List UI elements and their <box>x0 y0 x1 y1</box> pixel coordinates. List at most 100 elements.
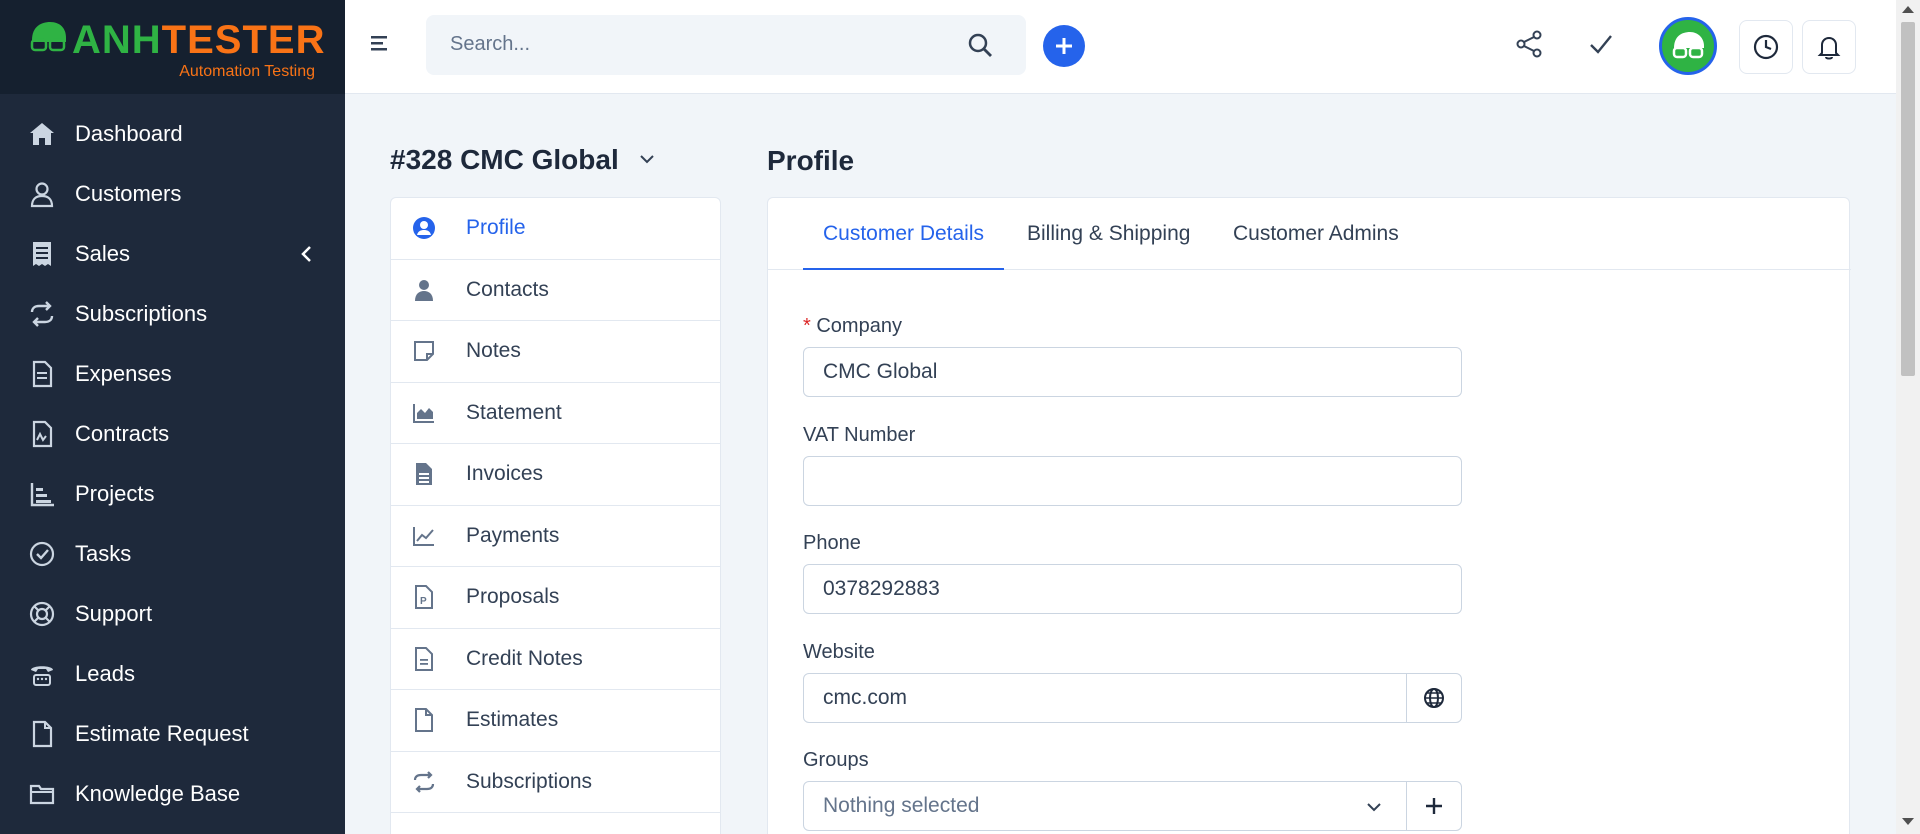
file-p-icon: P <box>411 584 437 610</box>
company-label: * Company <box>803 315 902 337</box>
search-input[interactable]: Search... <box>450 33 530 56</box>
groups-label: Groups <box>803 749 869 771</box>
sidebar-item-label: Support <box>75 601 153 626</box>
clock-icon <box>1753 34 1779 60</box>
phone-label: Phone <box>803 532 861 554</box>
sidebar-item-support[interactable]: Support <box>0 584 345 644</box>
sidebar-item-label: Projects <box>75 481 155 506</box>
submenu-item-profile[interactable]: Profile <box>391 198 720 260</box>
folder-icon <box>28 780 56 808</box>
top-bar: Search... <box>345 0 1896 94</box>
quick-add-button[interactable] <box>1043 25 1085 67</box>
sidebar-item-leads[interactable]: Leads <box>0 644 345 704</box>
avatar[interactable] <box>1659 17 1717 75</box>
scroll-up-arrow[interactable] <box>1902 6 1914 13</box>
website-field[interactable]: cmc.com <box>803 673 1407 723</box>
repeat-icon <box>411 769 437 795</box>
receipt-icon <box>28 240 56 268</box>
submenu-item-label: Notes <box>466 339 521 363</box>
scroll-thumb[interactable] <box>1901 22 1915 376</box>
submenu-item-invoices[interactable]: Invoices <box>391 444 720 506</box>
avatar-glasses-icon <box>1672 32 1704 59</box>
file-icon <box>411 707 437 733</box>
sidebar-item-label: Contracts <box>75 421 170 446</box>
customer-title: #328 CMC Global <box>390 144 619 175</box>
vat-label: VAT Number <box>803 424 916 446</box>
sidebar-item-label: Customers <box>75 181 182 206</box>
globe-icon <box>1424 688 1444 708</box>
sidebar-item-expenses[interactable]: Expenses <box>0 344 345 404</box>
sidebar-nav: Dashboard Customers Sales Subscriptions … <box>0 104 345 824</box>
plus-icon <box>1426 798 1442 814</box>
user-circle-icon <box>411 215 437 241</box>
menu-toggle-icon[interactable] <box>369 32 393 56</box>
sidebar-item-estimate-request[interactable]: Estimate Request <box>0 704 345 764</box>
sidebar-item-label: Expenses <box>75 361 172 386</box>
page-scrollbar[interactable] <box>1896 0 1920 834</box>
submenu-item-estimates[interactable]: Estimates <box>391 690 720 752</box>
required-mark: * <box>803 315 811 337</box>
chart-bars-icon <box>28 480 56 508</box>
submenu-item-label: Credit Notes <box>466 646 583 670</box>
area-chart-icon <box>411 400 437 426</box>
submenu-item-label: Subscriptions <box>466 769 593 793</box>
sidebar-item-contracts[interactable]: Contracts <box>0 404 345 464</box>
add-group-button[interactable] <box>1406 781 1462 831</box>
scroll-down-arrow[interactable] <box>1902 818 1914 825</box>
search-icon[interactable] <box>966 31 994 59</box>
timer-button[interactable] <box>1739 20 1793 74</box>
profile-tabs: Customer Details Billing & Shipping Cust… <box>768 198 1851 270</box>
share-icon[interactable] <box>1513 28 1545 60</box>
chevron-down-icon[interactable] <box>1365 798 1383 816</box>
submenu-item-contacts[interactable]: Contacts <box>391 260 720 321</box>
notifications-button[interactable] <box>1802 20 1856 74</box>
sidebar: ANHTESTER Automation Testing Dashboard C… <box>0 0 345 834</box>
sidebar-item-label: Leads <box>75 661 135 686</box>
vat-number-field[interactable] <box>803 456 1462 506</box>
submenu-item-label: Contacts <box>466 277 549 301</box>
sticky-note-icon <box>411 338 437 364</box>
brand-title: ANHTESTER <box>72 18 326 62</box>
groups-select[interactable]: Nothing selected <box>803 781 1407 831</box>
sidebar-item-knowledge-base[interactable]: Knowledge Base <box>0 764 345 824</box>
sidebar-item-sales[interactable]: Sales <box>0 224 345 284</box>
file-text-icon <box>411 461 437 487</box>
sidebar-item-dashboard[interactable]: Dashboard <box>0 104 345 164</box>
tab-billing-shipping[interactable]: Billing & Shipping <box>1027 198 1190 270</box>
tab-customer-details[interactable]: Customer Details <box>803 198 1004 270</box>
chevron-down-icon[interactable] <box>638 150 656 168</box>
submenu-item-notes[interactable]: Notes <box>391 321 720 383</box>
sidebar-item-label: Sales <box>75 241 131 266</box>
website-label: Website <box>803 641 875 663</box>
logo-glasses-icon <box>30 22 66 52</box>
submenu-item-credit-notes[interactable]: Credit Notes <box>391 629 720 690</box>
chevron-left-icon[interactable] <box>297 244 317 264</box>
website-open-button[interactable] <box>1406 673 1462 723</box>
sidebar-item-tasks[interactable]: Tasks <box>0 524 345 584</box>
company-field[interactable]: CMC Global <box>803 347 1462 397</box>
search-box[interactable]: Search... <box>426 15 1026 75</box>
brand-logo[interactable]: ANHTESTER Automation Testing <box>0 0 345 94</box>
submenu-item-payments[interactable]: Payments <box>391 506 720 567</box>
submenu-item-label: Proposals <box>466 585 560 609</box>
submenu-item-label: Profile <box>466 216 526 240</box>
sidebar-item-label: Tasks <box>75 541 132 566</box>
file-icon <box>28 720 56 748</box>
plus-icon <box>1056 38 1072 54</box>
tty-icon <box>28 660 56 688</box>
user-icon <box>28 180 56 208</box>
profile-panel: Customer Details Billing & Shipping Cust… <box>767 197 1851 834</box>
check-icon[interactable] <box>1585 28 1617 60</box>
phone-field[interactable]: 0378292883 <box>803 564 1462 614</box>
line-chart-icon <box>411 523 437 549</box>
submenu-item-statement[interactable]: Statement <box>391 383 720 444</box>
repeat-icon <box>28 300 56 328</box>
submenu-item-proposals[interactable]: P Proposals <box>391 567 720 629</box>
sidebar-item-projects[interactable]: Projects <box>0 464 345 524</box>
submenu-item-label: Payments <box>466 523 560 547</box>
sidebar-item-subscriptions[interactable]: Subscriptions <box>0 284 345 344</box>
sidebar-item-customers[interactable]: Customers <box>0 164 345 224</box>
customer-submenu: Profile Contacts Notes Statement Invoice… <box>390 197 721 834</box>
tab-customer-admins[interactable]: Customer Admins <box>1233 198 1399 270</box>
submenu-item-subscriptions[interactable]: Subscriptions <box>391 752 720 813</box>
